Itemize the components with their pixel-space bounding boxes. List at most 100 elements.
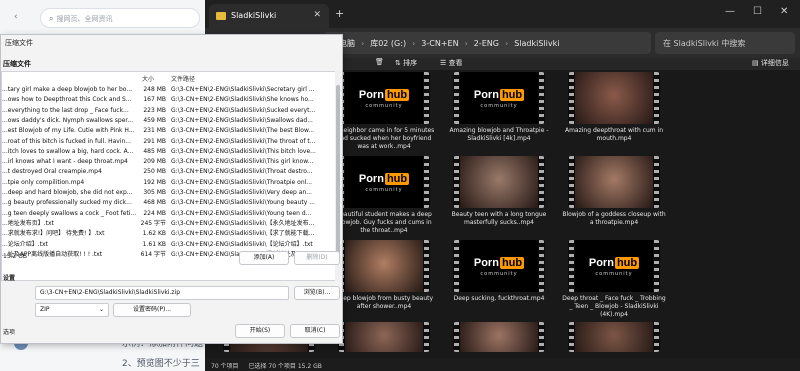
total-size: 15.2 GB: [3, 253, 28, 260]
list-row[interactable]: ...地址发布页】.txt 245 字节 G:\3-CN+EN\2-ENG\Slad…: [2, 219, 336, 229]
browser-search-placeholder: 搜网页、全网资讯: [56, 15, 113, 23]
video-thumbnail: Pornhub community: [338, 72, 430, 124]
search-icon: ⌕: [49, 14, 54, 23]
row-size: 250 MB: [143, 168, 166, 176]
file-name: Amazing deepthroat with cum in mouth.mp4: [564, 127, 664, 142]
list-row[interactable]: ...roat of this bitch is fucked in full.…: [2, 137, 336, 147]
browse-button[interactable]: 浏览(B)...: [294, 286, 340, 300]
sort-label: 排序: [403, 59, 418, 67]
settings-heading: 设置: [3, 275, 16, 282]
row-name: ...ows how to Deepthroat this Cock and S…: [2, 96, 132, 104]
list-row[interactable]: ...irl knows what I want - deep throat.m…: [2, 157, 336, 167]
breadcrumb-drive[interactable]: 库02 (G:): [370, 39, 406, 48]
tab-sladkislivki[interactable]: SladkiSlivki ✕: [209, 4, 329, 28]
video-thumbnail: Pornhub community: [338, 156, 430, 208]
film-strip-right: [538, 240, 545, 292]
row-size: 209 MB: [143, 158, 166, 166]
row-path: G:\3-CN+EN\2-ENG\SladkiSlivki\Throat des…: [171, 168, 313, 176]
video-thumbnail: [568, 156, 660, 208]
list-row[interactable]: ...t destroyed Oral creampie.mp4 250 MB G:…: [2, 167, 336, 177]
list-row[interactable]: ...求就发布求!】问吧】 待免费! 】.txt 1.62 KB G:\3-CN+E…: [2, 229, 336, 239]
browser-back-icon[interactable]: ‹: [14, 12, 18, 22]
row-path: G:\3-CN+EN\2-ENG\SladkiSlivki\【求了就能下载...: [171, 230, 315, 238]
row-name: ...everything to the last drop _ Face fu…: [2, 106, 129, 114]
status-bar: 70 个项目 已选择 70 个项目 15.2 GB: [205, 358, 800, 371]
film-strip-left: [453, 72, 460, 124]
file-name: Amazing blowjob and Throatpie - SladkiSl…: [449, 127, 549, 142]
row-size: 459 MB: [143, 116, 166, 124]
archive-path-field[interactable]: G:\3-CN+EN\2-ENG\SladkiSlivki\SladkiSliv…: [35, 286, 289, 300]
row-path: G:\3-CN+EN\2-ENG\SladkiSlivki\Throatpie …: [171, 178, 313, 186]
tab-title: SladkiSlivki: [231, 11, 277, 20]
file-name: Blowjob of a goddess closeup with a thro…: [562, 211, 666, 226]
film-strip-left: [453, 322, 460, 352]
format-select[interactable]: ZIP ⌄: [35, 303, 109, 317]
list-row[interactable]: ...论坛介绍】.txt 1.61 KB G:\3-CN+EN\2-ENG\Slad…: [2, 240, 336, 250]
close-tab-icon[interactable]: ✕: [313, 10, 321, 20]
set-password-button[interactable]: 设置密码(P)...: [113, 303, 191, 317]
explorer-search-input[interactable]: 在 SladkiSlivki 中搜索: [655, 32, 795, 54]
breadcrumb-folder-1[interactable]: 3-CN+EN: [421, 39, 458, 48]
row-size: 614 字节: [140, 250, 166, 258]
row-size: 468 MB: [143, 199, 166, 207]
browser-search-input[interactable]: ⌕ 搜网页、全网资讯: [40, 8, 200, 28]
video-thumbnail: [338, 322, 430, 352]
maximize-icon[interactable]: ☐: [753, 6, 762, 17]
brand-logo: Pornhub: [358, 89, 410, 101]
film-strip-right: [423, 72, 430, 124]
breadcrumb-folder-2[interactable]: 2-ENG: [474, 39, 499, 48]
brand-logo-sub: community: [595, 271, 633, 277]
options-label: 选项: [3, 329, 16, 336]
sort-icon: ⇅: [395, 59, 404, 67]
row-path: G:\3-CN+EN\2-ENG\SladkiSlivki\The best B…: [171, 127, 315, 135]
list-row[interactable]: ...deep and hard blowjob, she did not ex…: [2, 188, 336, 198]
list-row[interactable]: ...everything to the last drop _ Face fu…: [2, 106, 336, 116]
folder-icon: [216, 12, 226, 20]
row-size: 305 MB: [143, 189, 166, 196]
video-thumbnail: [568, 322, 660, 352]
file-name: Beauty teen with a long tongue masterful…: [451, 211, 547, 226]
list-row[interactable]: ...itch loves to swallow a big, hard coc…: [2, 147, 336, 157]
list-row[interactable]: ...tary girl make a deep blowjob to her …: [2, 85, 336, 95]
cancel-button[interactable]: 取消(C): [290, 324, 340, 338]
file-list[interactable]: 大小 文件路径 ...tary girl make a deep blowjob…: [1, 71, 341, 281]
row-size: 192 MB: [143, 178, 166, 186]
address-bar[interactable]: 此电脑 › 库02 (G:) › 3-CN+EN › 2-ENG › SladkiSlivki: [323, 32, 651, 54]
list-row[interactable]: ...est Blowjob of my Life. Cutie with Pi…: [2, 126, 336, 136]
video-thumbnail: Pornhub community: [568, 240, 660, 292]
list-row[interactable]: ...g beauty professionally sucked my dic…: [2, 198, 336, 208]
row-name: ...deep and hard blowjob, she did not ex…: [2, 189, 133, 196]
list-row[interactable]: ...ows daddy's dick. Nymph swallows sper…: [2, 116, 336, 126]
details-button[interactable]: ▤ 详细信息: [752, 58, 789, 68]
row-size: 248 MB: [143, 86, 166, 93]
sort-button[interactable]: ⇅ 排序: [395, 58, 417, 68]
row-name: ...irl knows what I want - deep throat.m…: [2, 158, 128, 166]
breadcrumb-current[interactable]: SladkiSlivki: [514, 39, 559, 48]
film-strip-right: [653, 156, 660, 208]
column-size[interactable]: 大小: [142, 74, 154, 83]
film-strip-right: [653, 72, 660, 124]
film-strip-left: [568, 240, 575, 292]
minimize-icon[interactable]: —: [725, 6, 735, 17]
new-tab-icon[interactable]: +: [335, 7, 344, 20]
doc-line-2: 2、预览图不少于三: [122, 359, 200, 369]
delete-button[interactable]: 删除(D): [294, 251, 340, 265]
list-row[interactable]: ...tpie only compilition.mp4 192 MB G:\3-C…: [2, 178, 336, 188]
film-strip-right: [653, 322, 660, 352]
add-button[interactable]: 添加(A): [239, 251, 289, 265]
view-button[interactable]: ☰ 查看: [440, 58, 463, 68]
close-window-icon[interactable]: ✕: [780, 6, 788, 17]
start-button[interactable]: 开始(S): [235, 324, 285, 338]
delete-icon[interactable]: 🗑: [375, 58, 384, 66]
row-name: ...g teen deeply swallows a cock _ Foot …: [2, 209, 137, 217]
list-scrollbar-thumb[interactable]: [336, 85, 340, 261]
row-path: G:\3-CN+EN\2-ENG\SladkiSlivki\【论坛介绍】.txt: [171, 240, 313, 248]
list-row[interactable]: ...g teen deeply swallows a cock _ Foot …: [2, 209, 336, 219]
row-path: G:\3-CN+EN\2-ENG\SladkiSlivki\The throat…: [171, 137, 316, 145]
row-name: ...t destroyed Oral creampie.mp4: [2, 168, 102, 176]
list-row[interactable]: ...ows how to Deepthroat this Cock and S…: [2, 95, 336, 105]
chevron-down-icon: ⌄: [98, 306, 104, 313]
row-size: 1.61 KB: [142, 240, 166, 248]
brand-logo: Pornhub: [358, 173, 410, 185]
column-path[interactable]: 文件路径: [171, 74, 195, 83]
